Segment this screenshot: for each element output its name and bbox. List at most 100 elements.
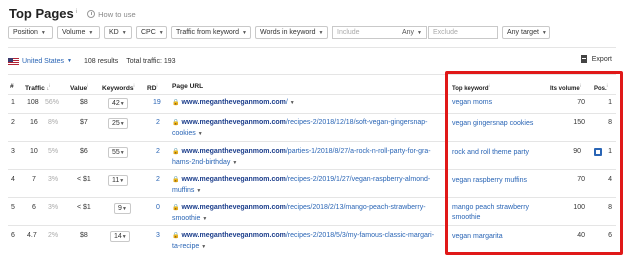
keywords-count: 11 — [112, 177, 120, 184]
filter-position[interactable]: Position ▼ — [8, 26, 53, 39]
col-keywords-label: Keywords — [102, 85, 134, 93]
page-url-link[interactable]: 🔒 www.megantheveganmom.com/recipes-2/2019… — [172, 175, 442, 196]
keywords-dropdown[interactable]: 42 ▼ — [108, 98, 128, 109]
keywords-dropdown[interactable]: 55 ▼ — [108, 147, 128, 158]
caret-down-icon[interactable]: ▼ — [202, 216, 207, 222]
col-top-keyword[interactable]: Top keywordi — [452, 83, 490, 92]
export-label: Export — [591, 55, 612, 63]
lock-icon: 🔒 — [172, 100, 180, 106]
caret-down-icon: ▼ — [119, 177, 125, 184]
volume-cell: 90 — [573, 148, 581, 155]
keywords-dropdown[interactable]: 11 ▼ — [108, 175, 128, 186]
info-icon: i — [488, 83, 490, 88]
caret-down-icon: ▼ — [119, 120, 125, 127]
filter-label: KD — [109, 29, 119, 36]
summary-bar: United States ▼ 108 results Total traffi… — [8, 55, 614, 67]
filter-cpc[interactable]: CPC ▼ — [136, 26, 167, 39]
col-value[interactable]: Valuei — [70, 83, 88, 92]
rd-link[interactable]: 19 — [153, 99, 161, 106]
caret-down-icon: ▼ — [242, 29, 247, 36]
keywords-count: 42 — [112, 100, 120, 107]
page-url-link[interactable]: 🔒 www.megantheveganmom.com/recipes-2/2018… — [172, 231, 442, 252]
volume-cell: 70 — [577, 176, 585, 183]
traffic-share: 2% — [48, 232, 59, 239]
position-cell: 6 — [608, 232, 612, 239]
include-mode-select[interactable]: Any ▼ — [402, 29, 422, 36]
caret-down-icon: ▼ — [122, 205, 127, 212]
value-cell: < $1 — [77, 176, 91, 183]
col-traffic-label: Traffic — [25, 85, 45, 93]
info-icon: i — [49, 83, 51, 88]
rd-link[interactable]: 0 — [156, 204, 160, 211]
volume-cell: 70 — [577, 99, 585, 106]
include-input[interactable]: Include Any ▼ — [332, 26, 427, 39]
how-to-use-link[interactable]: How to use — [87, 10, 136, 19]
filter-label: Words in keyword — [260, 29, 316, 36]
rd-link[interactable]: 3 — [156, 232, 160, 239]
position-cell: 8 — [608, 119, 612, 126]
filter-traffic-from-keyword[interactable]: Traffic from keyword ▼ — [171, 26, 251, 39]
caret-down-icon[interactable]: ▼ — [196, 188, 201, 194]
keywords-dropdown[interactable]: 9 ▼ — [114, 203, 131, 214]
top-keyword-link[interactable]: vegan raspberry muffins — [452, 176, 540, 186]
info-icon: i — [87, 83, 89, 88]
rd-link[interactable]: 2 — [156, 119, 160, 126]
caret-down-icon: ▼ — [119, 149, 125, 156]
value-cell: $7 — [80, 119, 88, 126]
filter-label: CPC — [141, 29, 156, 36]
filter-kd[interactable]: KD ▼ — [104, 26, 132, 39]
col-page-url: Page URL — [172, 83, 204, 90]
col-pos[interactable]: Pos.i — [594, 83, 608, 92]
row-num: 4 — [11, 176, 15, 183]
traffic-share: 5% — [48, 148, 59, 155]
rd-link[interactable]: 2 — [156, 176, 160, 183]
exclude-input[interactable]: Exclude — [428, 26, 498, 39]
position-cell: 8 — [608, 204, 612, 211]
caret-down-icon[interactable]: ▼ — [232, 160, 237, 166]
row-num: 5 — [11, 204, 15, 211]
col-volume[interactable]: Its volumei — [550, 83, 581, 92]
top-keyword-link[interactable]: vegan moms — [452, 98, 540, 108]
caret-down-icon[interactable]: ▼ — [198, 131, 203, 137]
caret-down-icon[interactable]: ▼ — [201, 244, 206, 250]
export-button[interactable]: Export — [580, 55, 612, 63]
lock-icon: 🔒 — [172, 120, 180, 126]
col-traffic[interactable]: Traffic ↓i — [25, 83, 50, 92]
top-keyword-link[interactable]: rock and roll theme party — [452, 148, 540, 158]
row-num: 6 — [11, 232, 15, 239]
divider — [8, 94, 616, 95]
page-url-link[interactable]: 🔒 www.megantheveganmom.com/recipes/2018/2… — [172, 203, 442, 224]
url-domain: www.megantheveganmom.com — [181, 119, 286, 126]
caret-down-icon: ▼ — [88, 29, 94, 36]
lock-icon: 🔒 — [172, 233, 180, 239]
country-select[interactable]: United States ▼ — [8, 57, 72, 65]
export-icon — [580, 55, 587, 63]
info-icon[interactable]: i — [76, 9, 77, 15]
caret-down-icon: ▼ — [119, 100, 125, 107]
traffic-share: 3% — [48, 204, 59, 211]
value-cell: $8 — [80, 99, 88, 106]
value-cell: < $1 — [77, 204, 91, 211]
col-keywords[interactable]: Keywordsi — [102, 83, 135, 92]
col-rd[interactable]: RDi — [147, 83, 158, 92]
value-cell: $8 — [80, 232, 88, 239]
url-domain: www.megantheveganmom.com — [181, 204, 286, 211]
filter-words-in-keyword[interactable]: Words in keyword ▼ — [255, 26, 328, 39]
filter-target[interactable]: Any target ▼ — [502, 26, 550, 39]
row-num: 1 — [11, 99, 15, 106]
page-url-link[interactable]: 🔒 www.megantheveganmom.com/ ▼ — [172, 98, 442, 109]
top-keyword-link[interactable]: vegan margarita — [452, 232, 540, 242]
caret-down-icon[interactable]: ▼ — [290, 100, 295, 106]
filter-volume[interactable]: Volume ▼ — [57, 26, 100, 39]
page-url-link[interactable]: 🔒 www.megantheveganmom.com/recipes-2/2018… — [172, 118, 442, 139]
top-keyword-link[interactable]: mango peach strawberry smoothie — [452, 203, 540, 222]
keywords-dropdown[interactable]: 14 ▼ — [110, 231, 130, 242]
keywords-count: 55 — [112, 149, 120, 156]
top-keyword-link[interactable]: vegan gingersnap cookies — [452, 119, 540, 129]
rd-link[interactable]: 2 — [156, 148, 160, 155]
keywords-count: 25 — [112, 120, 120, 127]
divider — [8, 47, 616, 48]
keywords-dropdown[interactable]: 25 ▼ — [108, 118, 128, 129]
page-url-link[interactable]: 🔒 www.megantheveganmom.com/parties-1/2018… — [172, 147, 442, 168]
col-value-label: Value — [70, 85, 88, 93]
